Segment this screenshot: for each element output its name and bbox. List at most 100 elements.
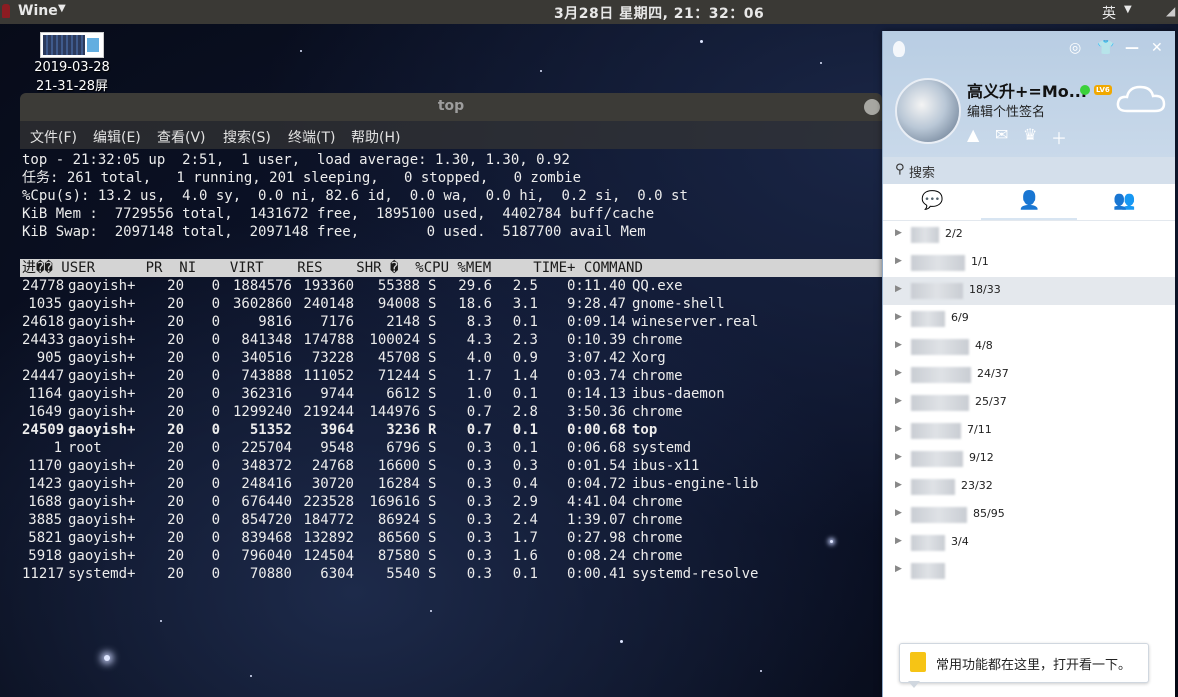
contact-group[interactable]: ▶ 24/37: [883, 361, 1175, 389]
clock[interactable]: 3月28日 星期四, 21：32：06: [554, 3, 764, 23]
process-mem: 1.4: [512, 368, 538, 384]
process-pid: 24433: [22, 332, 65, 348]
process-mem: 1.7: [512, 530, 538, 546]
search-input[interactable]: ⚲ 搜索: [883, 157, 1175, 184]
menu-search[interactable]: 搜索(S): [223, 127, 271, 147]
contact-group[interactable]: ▶ 2/2: [883, 221, 1175, 249]
process-virt: 248416: [241, 476, 292, 492]
contact-group[interactable]: ▶ 23/32: [883, 473, 1175, 501]
app-menu-chevron-icon[interactable]: ▼: [58, 3, 66, 14]
qq-nickname[interactable]: 高义升+=Mo...: [967, 78, 1087, 102]
contact-group[interactable]: ▶ 85/95: [883, 501, 1175, 529]
input-method-indicator[interactable]: 英: [1102, 3, 1116, 23]
desktop-screenshot-file[interactable]: 2019-03-28 21-31-28屏: [30, 32, 114, 96]
qq-penguin-icon: [893, 41, 905, 57]
process-pr: 20: [167, 422, 184, 438]
avatar[interactable]: [895, 78, 961, 144]
contact-group[interactable]: ▶ 3/4: [883, 529, 1175, 557]
process-s: S: [428, 296, 437, 312]
process-pid: 1170: [28, 458, 62, 474]
app-menu-label[interactable]: Wine: [18, 3, 58, 19]
menu-view[interactable]: 查看(V): [157, 127, 206, 147]
tab-contacts-icon[interactable]: 👤: [1018, 190, 1040, 211]
menu-edit[interactable]: 编辑(E): [93, 127, 141, 147]
process-pid: 5821: [28, 530, 62, 546]
contact-group[interactable]: ▶: [883, 557, 1175, 585]
screenshot-thumbnail-icon: [40, 32, 104, 58]
group-online-count: 7/11: [967, 423, 992, 436]
expand-arrow-icon[interactable]: ▶: [895, 564, 902, 574]
feature-tip-bubble[interactable]: 常用功能都在这里，打开看一下。: [899, 643, 1149, 688]
process-virt: 839468: [241, 530, 292, 546]
contact-group[interactable]: ▶ 4/8: [883, 333, 1175, 361]
process-user: gaoyish+: [68, 494, 136, 510]
contact-group[interactable]: ▶ 9/12: [883, 445, 1175, 473]
tip-tail: [908, 681, 920, 688]
process-cmd: chrome: [632, 368, 683, 384]
process-shr: 100024: [369, 332, 420, 348]
expand-arrow-icon[interactable]: ▶: [895, 340, 902, 350]
contact-group[interactable]: ▶ 7/11: [883, 417, 1175, 445]
qq-close-icon[interactable]: ✕: [1151, 40, 1163, 56]
terminal-output[interactable]: top - 21:32:05 up 2:51, 1 user, load ave…: [20, 149, 882, 593]
wifi-icon[interactable]: ◢: [1166, 4, 1175, 18]
process-pid: 5918: [28, 548, 62, 564]
process-ni: 0: [211, 494, 220, 510]
signature-edit[interactable]: 编辑个性签名: [967, 101, 1045, 120]
contact-group[interactable]: ▶ 18/33: [883, 277, 1175, 305]
process-res: 3964: [320, 422, 354, 438]
expand-arrow-icon[interactable]: ▶: [895, 396, 902, 406]
qq-skin-icon[interactable]: 👕: [1097, 40, 1114, 56]
qq-medal-icon[interactable]: ◎: [1069, 40, 1081, 56]
group-online-count: 85/95: [973, 507, 1005, 520]
process-time: 0:03.74: [566, 368, 626, 384]
expand-arrow-icon[interactable]: ▶: [895, 480, 902, 490]
window-close-icon[interactable]: [864, 99, 880, 115]
toolbox-icon: [910, 652, 926, 672]
menu-help[interactable]: 帮助(H): [351, 127, 400, 147]
expand-arrow-icon[interactable]: ▶: [895, 256, 902, 266]
input-method-chevron-icon[interactable]: ▼: [1124, 4, 1132, 15]
process-cmd: chrome: [632, 332, 683, 348]
process-pid: 1649: [28, 404, 62, 420]
tab-messages-icon[interactable]: 💬: [921, 190, 943, 211]
qq-minimize-icon[interactable]: —: [1125, 40, 1139, 56]
process-time: 3:07.42: [566, 350, 626, 366]
menu-file[interactable]: 文件(F): [30, 127, 77, 147]
expand-arrow-icon[interactable]: ▶: [895, 452, 902, 462]
expand-arrow-icon[interactable]: ▶: [895, 508, 902, 518]
process-pr: 20: [167, 494, 184, 510]
process-ni: 0: [211, 476, 220, 492]
process-res: 184772: [303, 512, 354, 528]
feature-tip-text: 常用功能都在这里，打开看一下。: [936, 658, 1132, 673]
process-ni: 0: [211, 350, 220, 366]
contact-group[interactable]: ▶ 6/9: [883, 305, 1175, 333]
expand-arrow-icon[interactable]: ▶: [895, 312, 902, 322]
process-res: 9744: [320, 386, 354, 402]
process-virt: 1884576: [232, 278, 292, 294]
expand-arrow-icon[interactable]: ▶: [895, 284, 902, 294]
level-badge[interactable]: LV6: [1094, 85, 1112, 95]
process-time: 9:28.47: [566, 296, 626, 312]
expand-arrow-icon[interactable]: ▶: [895, 368, 902, 378]
expand-arrow-icon[interactable]: ▶: [895, 228, 902, 238]
process-s: S: [428, 350, 437, 366]
process-row: 1035 gaoyish+ 20 0 3602860 240148 94008 S 18.6 3.…: [22, 295, 882, 313]
expand-arrow-icon[interactable]: ▶: [895, 424, 902, 434]
qq-mail-icon[interactable]: ✉: [995, 125, 1008, 144]
weather-cloud-icon[interactable]: [1115, 81, 1167, 117]
process-virt: 854720: [241, 512, 292, 528]
contact-group[interactable]: ▶ 25/37: [883, 389, 1175, 417]
contact-group[interactable]: ▶ 1/1: [883, 249, 1175, 277]
process-user: gaoyish+: [68, 368, 136, 384]
menu-terminal[interactable]: 终端(T): [288, 127, 335, 147]
process-virt: 676440: [241, 494, 292, 510]
tab-groups-icon[interactable]: 👥: [1113, 190, 1135, 211]
process-cmd: chrome: [632, 530, 683, 546]
qq-vip-icon[interactable]: ♛: [1023, 125, 1037, 144]
qq-add-icon[interactable]: ＋: [1051, 125, 1067, 149]
terminal-titlebar[interactable]: top: [20, 93, 882, 121]
qq-zone-icon[interactable]: ▲: [967, 125, 979, 144]
expand-arrow-icon[interactable]: ▶: [895, 536, 902, 546]
online-status-icon[interactable]: [1080, 85, 1090, 95]
